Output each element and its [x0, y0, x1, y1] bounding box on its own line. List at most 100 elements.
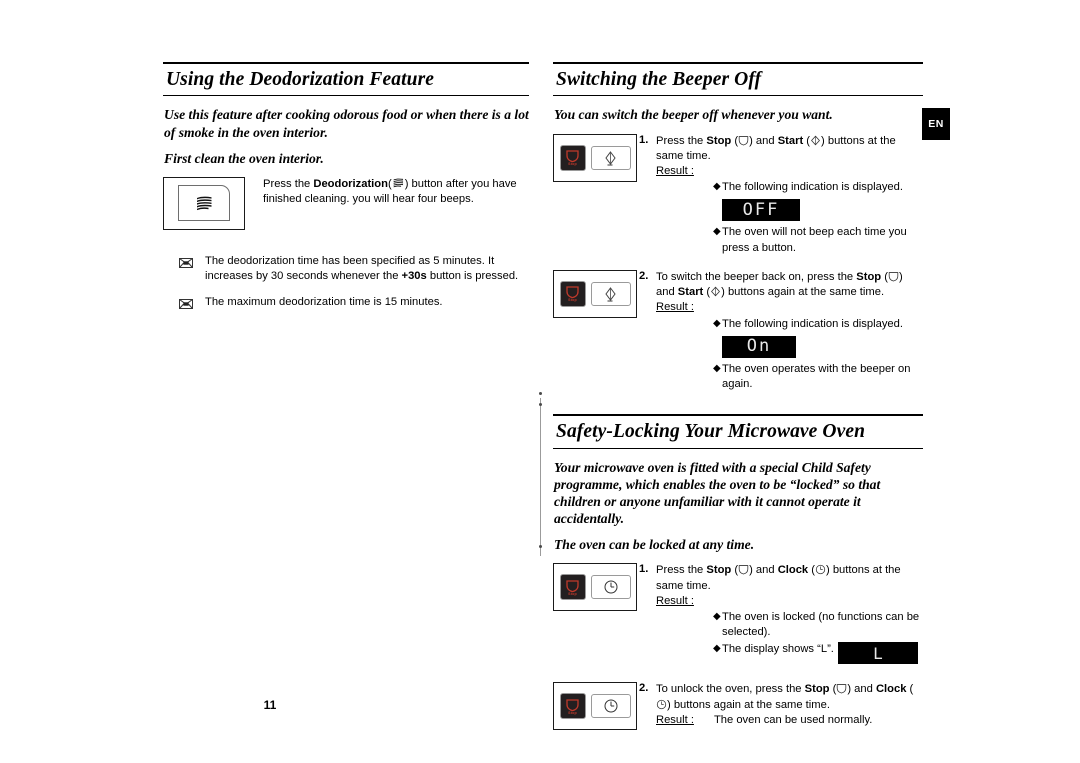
step-text-4: ( [803, 134, 811, 147]
step-text-3: ) and [749, 564, 778, 577]
stop-key-label: Stop [568, 298, 577, 303]
led-display-off: OFF [722, 199, 800, 222]
result-label: Result : [656, 165, 694, 178]
result-label: Result : [656, 301, 694, 314]
diamond-bullet-icon: ◆ [713, 181, 721, 193]
step-text-2: ( [731, 564, 739, 577]
note-text: The maximum deodorization time is 15 min… [205, 296, 443, 309]
deodorization-button-illustration [163, 176, 245, 230]
beeper-step-1: Stop 1. Press the Stop () and Start ()… [553, 133, 923, 256]
result-label: Result : [656, 713, 694, 726]
clock-key [590, 575, 631, 600]
safety-intro-1: Your microwave oven is fitted with a spe… [554, 459, 881, 527]
step-text-1: Press the [656, 564, 707, 577]
step-text-1: To unlock the oven, press the [656, 683, 805, 696]
step-bold-clock: Clock [777, 564, 809, 577]
result-bullet: ◆ The oven is locked (no functions can b… [656, 610, 923, 640]
section-rule-bottom [553, 95, 923, 97]
safety-intro-2: The oven can be locked at any time. [554, 537, 755, 553]
left-column: Using the Deodorization Feature Use this… [163, 62, 529, 314]
deodorization-waves-icon [196, 196, 211, 210]
stop-shield-icon [566, 150, 579, 163]
deodorization-intro-1: Use this feature after cooking odorous f… [164, 107, 529, 140]
clock-icon [604, 580, 617, 594]
diamond-bullet-icon: ◆ [713, 362, 721, 374]
instruction-prefix: Press the [263, 177, 314, 190]
diamond-bullet-icon: ◆ [713, 611, 721, 623]
diamond-bullet-icon: ◆ [713, 317, 721, 329]
stop-shield-icon [837, 684, 847, 694]
led-display-on: On [722, 335, 796, 358]
led-display-row: On [656, 333, 923, 361]
stop-key-label: Stop [568, 591, 577, 596]
result-text: The following indication is displayed. [722, 181, 903, 194]
page-title-beeper: Switching the Beeper Off [556, 69, 762, 90]
note-row: The deodorization time has been specifie… [163, 254, 529, 284]
led-display-value: On [746, 336, 772, 357]
note-text: The deodorization time has been specifie… [205, 254, 529, 284]
result-text: The oven operates with the beeper on aga… [722, 362, 911, 391]
result-bullet: ◆ The following indication is displayed. [656, 317, 923, 332]
result-label: Result : [656, 594, 694, 607]
led-display-value: L [873, 643, 883, 663]
step-text-4: ( [808, 564, 815, 577]
stop-key: Stop [559, 144, 586, 171]
stop-shield-icon [738, 135, 749, 146]
control-panel-stop-start: Stop [553, 269, 637, 318]
result-text: The display shows “L”. [722, 642, 834, 655]
step-number: 2. [639, 269, 649, 282]
beeper-step-2: Stop 2. To switch the beeper back on, pr… [553, 269, 923, 392]
crop-dot [539, 392, 542, 395]
right-column: Switching the Beeper Off You can switch … [553, 62, 923, 731]
stop-key: Stop [559, 574, 586, 601]
start-key [590, 281, 631, 306]
step-bold-start: Start [677, 286, 704, 299]
start-key [590, 145, 631, 170]
step-instruction-text: Press the Stop ( ) and Start ( ) buttons… [656, 134, 923, 164]
beeper-intro: You can switch the beeper off whenever y… [554, 107, 833, 123]
control-panel-stop-start: Stop [553, 133, 637, 182]
start-diamond-icon [711, 286, 721, 297]
stop-shield-icon [738, 565, 749, 575]
stop-shield-icon [566, 286, 579, 299]
section-deodorization: Using the Deodorization Feature Use this… [163, 62, 529, 314]
instruction-paren-open: ( [387, 177, 392, 190]
start-diamond-icon [605, 150, 616, 166]
step-number: 1. [639, 133, 649, 146]
instruction-bold-term: Deodorization [313, 177, 388, 190]
result-text: The oven is locked (no functions can be … [722, 611, 920, 639]
note-envelope-icon [179, 299, 193, 310]
led-display-value: OFF [742, 199, 780, 220]
stop-key-label: Stop [568, 162, 577, 167]
step-text-1: To switch the beeper back on, press the [656, 270, 857, 283]
step-bold-start: Start [777, 134, 804, 147]
manual-page: EN Using the Deodorization Feature Use t… [0, 0, 1080, 763]
column-divider [540, 398, 541, 556]
step-text-5: ) buttons again at the same time. [721, 286, 885, 299]
section-rule-top [163, 62, 529, 64]
section-rule-top [553, 414, 923, 417]
section-rule-bottom [163, 95, 529, 97]
section-safety-lock: Safety-Locking Your Microwave Oven Your … [553, 414, 923, 731]
result-text: The oven can be used normally. [713, 713, 873, 726]
start-diamond-icon [811, 135, 820, 145]
result-inline-row: Result : The oven can be used normally. [656, 713, 923, 728]
step-text-1: Press the [656, 134, 707, 147]
deodorization-waves-icon [393, 178, 403, 188]
step-number: 2. [639, 682, 649, 695]
section-beeper: Switching the Beeper Off You can switch … [553, 62, 923, 392]
step-text-3: ) and [749, 134, 778, 147]
step-instruction-text: Press the Stop ( ) and Clock ( ) buttons… [656, 563, 923, 593]
step-text-3: ) and [847, 683, 876, 696]
page-title-deodorization: Using the Deodorization Feature [166, 69, 435, 90]
deodorization-intro-2: First clean the oven interior. [164, 150, 324, 166]
deodorization-instruction-text: Press the Deodorization( ) button after … [263, 177, 529, 207]
diamond-bullet-icon: ◆ [713, 226, 721, 238]
led-display-row: OFF [656, 196, 923, 224]
clock-icon [815, 565, 826, 575]
note-bold-term: +30s [401, 270, 427, 283]
step-text-2: ( [731, 134, 739, 147]
step-instruction-text: To switch the beeper back on, press the … [656, 270, 923, 300]
language-tab-en: EN [922, 108, 950, 140]
step-bold-clock: Clock [875, 683, 907, 696]
